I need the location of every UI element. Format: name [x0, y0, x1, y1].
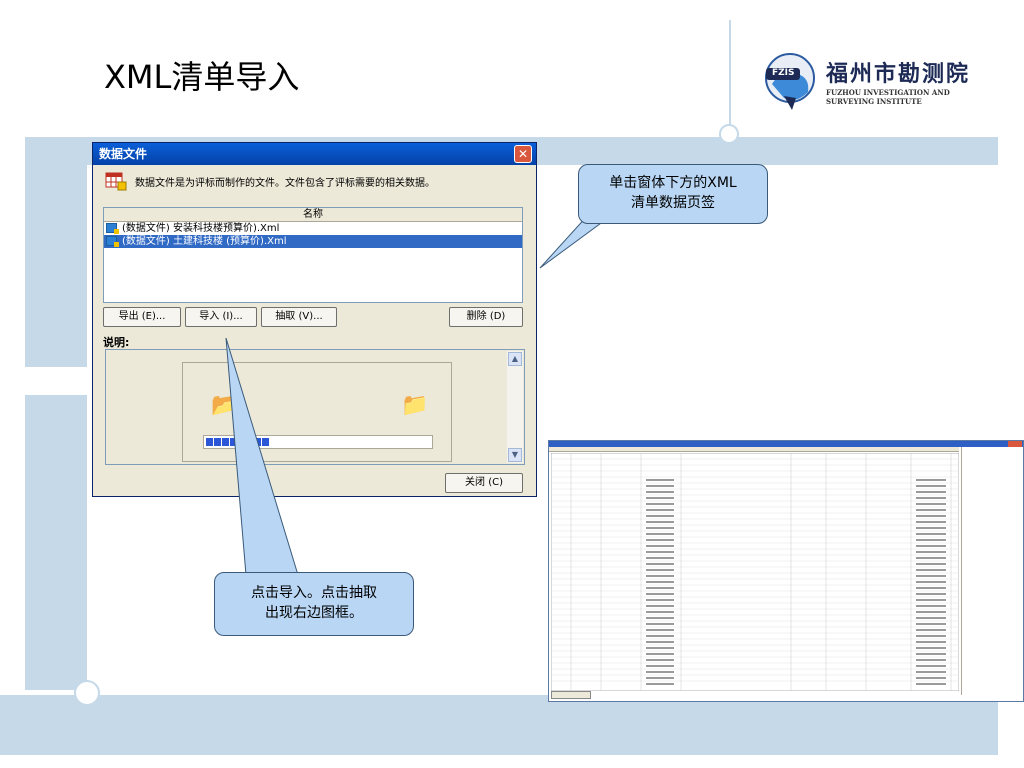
list-item-label: (数据文件) 安装科技楼预算价).Xml	[122, 223, 280, 234]
xml-file-icon	[106, 223, 119, 234]
dialog-description: 数据文件是为评标而制作的文件。文件包含了评标需要的相关数据。	[135, 178, 435, 189]
progress-bar	[203, 435, 433, 449]
thumb-button[interactable]	[551, 691, 591, 699]
thumb-tabs[interactable]	[549, 447, 959, 452]
progress-segment	[222, 438, 229, 446]
data-file-dialog: 数据文件 ✕ 数据文件是为评标而制作的文件。文件包含了评标需要的相关数据。 名称…	[92, 142, 537, 497]
logo-text-en: FUZHOU INVESTIGATION AND SURVEYING INSTI…	[826, 88, 950, 106]
file-list-header[interactable]: 名称	[104, 208, 522, 222]
extract-button[interactable]: 抽取 (V)...	[261, 307, 337, 327]
thumb-data-grid	[551, 453, 959, 691]
progress-segment	[246, 438, 253, 446]
result-window-thumbnail	[548, 440, 1024, 702]
decor-circle-bottom	[74, 680, 100, 706]
close-button[interactable]: 关闭 (C)	[445, 473, 523, 493]
dialog-titlebar[interactable]: 数据文件 ✕	[93, 143, 536, 165]
export-button[interactable]: 导出 (E)...	[103, 307, 181, 327]
logo-text-en-line2: SURVEYING INSTITUTE	[826, 97, 922, 106]
progress-segment	[238, 438, 245, 446]
folder-icon: 📁	[401, 393, 429, 418]
progress-segment	[230, 438, 237, 446]
decor-band-bottom	[0, 695, 998, 755]
list-item[interactable]: (数据文件) 安装科技楼预算价).Xml	[104, 222, 522, 235]
scroll-up-icon[interactable]: ▲	[508, 352, 522, 366]
dialog-title: 数据文件	[99, 147, 148, 161]
scrollbar[interactable]: ▲ ▼	[507, 351, 523, 463]
logo-badge: FZIS	[772, 68, 795, 78]
explain-label: 说明:	[103, 336, 130, 349]
logo-text-cn: 福州市勘测院	[826, 62, 971, 87]
slide-title: XML清单导入	[104, 58, 300, 96]
list-item-selected[interactable]: (数据文件) 土建科技楼 (预算价).Xml	[104, 235, 522, 248]
decor-circle-top	[719, 124, 739, 144]
transfer-animation: 📂 📁	[182, 362, 452, 462]
progress-segment	[214, 438, 221, 446]
scroll-down-icon[interactable]: ▼	[508, 448, 522, 462]
folder-open-icon: 📂	[211, 393, 239, 418]
delete-button[interactable]: 删除 (D)	[449, 307, 523, 327]
progress-segment	[262, 438, 269, 446]
logo-text-en-line1: FUZHOU INVESTIGATION AND	[826, 88, 950, 97]
table-icon	[105, 172, 127, 191]
xml-file-icon	[106, 236, 119, 247]
import-button[interactable]: 导入 (I)...	[185, 307, 257, 327]
decor-band-left-upper	[25, 137, 87, 367]
decor-vertical-line	[729, 20, 731, 128]
callout-import-extract: 点击导入。点击抽取 出现右边图框。	[214, 572, 414, 636]
progress-segment	[206, 438, 213, 446]
list-item-label: (数据文件) 土建科技楼 (预算价).Xml	[122, 236, 287, 247]
logo-emblem-icon	[765, 53, 815, 110]
logo: FZIS 福州市勘测院 FUZHOU INVESTIGATION AND SUR…	[762, 48, 992, 128]
file-list: 名称 (数据文件) 安装科技楼预算价).Xml (数据文件) 土建科技楼 (预算…	[103, 207, 523, 303]
thumb-side-panel	[961, 447, 1023, 695]
explain-panel: 📂 📁 ▲ ▼	[105, 349, 525, 465]
decor-divider	[0, 393, 87, 395]
decor-band-left-lower	[25, 395, 87, 690]
callout-xml-tab: 单击窗体下方的XML 清单数据页签	[578, 164, 768, 224]
close-icon[interactable]: ✕	[514, 145, 532, 163]
progress-segment	[254, 438, 261, 446]
